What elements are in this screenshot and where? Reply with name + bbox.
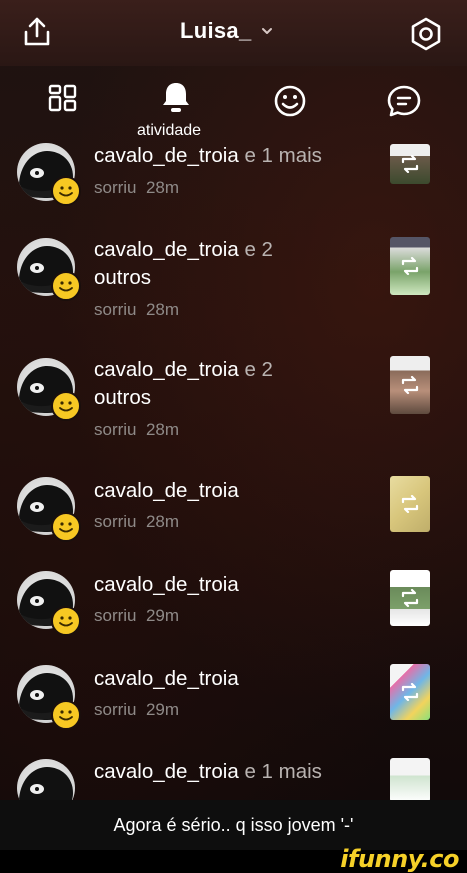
repost-icon — [390, 356, 430, 414]
penguin-avatar-icon — [19, 767, 73, 800]
post-thumbnail[interactable] — [390, 664, 430, 720]
smile-badge-icon — [51, 271, 81, 301]
action-text: sorriu — [94, 178, 137, 197]
username[interactable]: cavalo_de_troia — [94, 238, 239, 261]
timestamp: 28m — [145, 178, 180, 197]
notification-meta: sorriu 28m — [94, 300, 179, 320]
notification-title: cavalo_de_troia — [94, 477, 239, 505]
post-thumbnail[interactable] — [390, 144, 430, 184]
avatar[interactable] — [17, 759, 75, 800]
list-item[interactable]: cavalo_de_troia e 2 outros sorriu 28m — [0, 352, 467, 452]
smile-badge-icon — [51, 176, 81, 206]
action-text: sorriu — [94, 300, 137, 319]
notification-meta: sorriu 28m — [94, 178, 179, 198]
title-suffix: e 2 — [238, 238, 273, 261]
username[interactable]: cavalo_de_troia — [94, 760, 239, 783]
settings-icon[interactable] — [408, 16, 444, 57]
timestamp: 28m — [145, 300, 180, 319]
title-line2: outros — [94, 266, 151, 289]
username[interactable]: cavalo_de_troia — [94, 479, 239, 502]
repost-icon — [390, 664, 430, 720]
top-bar: Luisa_ — [0, 0, 467, 66]
title-suffix: e 1 mais — [238, 144, 322, 167]
notification-title: cavalo_de_troia e 2 outros — [94, 236, 273, 292]
bell-icon — [163, 83, 189, 112]
list-item[interactable]: cavalo_de_troia sorriu 29m — [0, 568, 467, 643]
tab-comments[interactable] — [386, 84, 422, 123]
repost-icon — [390, 476, 430, 532]
chat-icon — [387, 85, 421, 117]
smile-badge-icon — [51, 512, 81, 542]
caption-text: Agora é sério.. q isso jovem '-' — [113, 814, 354, 835]
watermark-logo: ifunny.co — [340, 845, 459, 873]
caption-bar: Agora é sério.. q isso jovem '-' — [0, 800, 467, 850]
list-item[interactable]: cavalo_de_troia sorriu 29m — [0, 662, 467, 737]
notification-title: cavalo_de_troia e 1 mais — [94, 142, 322, 170]
smile-badge-icon — [51, 700, 81, 730]
action-text: sorriu — [94, 700, 137, 719]
timestamp: 28m — [145, 512, 180, 531]
username[interactable]: cavalo_de_troia — [94, 358, 239, 381]
timestamp: 28m — [145, 420, 180, 439]
notification-meta: sorriu 29m — [94, 700, 179, 720]
notification-title: cavalo_de_troia e 1 mais — [94, 758, 322, 786]
page-title: Luisa_ — [180, 18, 252, 43]
notification-meta: sorriu 28m — [94, 420, 179, 440]
title-suffix: e 1 mais — [238, 760, 322, 783]
smile-badge-icon — [51, 606, 81, 636]
action-text: sorriu — [94, 420, 137, 439]
notification-title: cavalo_de_troia — [94, 665, 239, 693]
post-thumbnail[interactable] — [390, 570, 430, 626]
list-item[interactable]: cavalo_de_troia e 1 mais — [0, 756, 467, 800]
tab-bar: atividade — [0, 78, 467, 139]
profile-switcher[interactable]: Luisa_ — [180, 18, 274, 44]
share-icon[interactable] — [22, 16, 52, 53]
repost-icon — [390, 570, 430, 626]
post-thumbnail[interactable] — [390, 237, 430, 295]
repost-icon — [390, 237, 430, 295]
post-thumbnail[interactable] — [390, 758, 430, 800]
username[interactable]: cavalo_de_troia — [94, 144, 239, 167]
tab-smiles[interactable] — [273, 84, 307, 123]
smiley-icon — [274, 85, 306, 117]
title-line2: outros — [94, 386, 151, 409]
tab-label-activity: atividade — [137, 122, 202, 139]
timestamp: 29m — [145, 606, 180, 625]
timestamp: 29m — [145, 700, 180, 719]
username[interactable]: cavalo_de_troia — [94, 573, 239, 596]
post-thumbnail[interactable] — [390, 356, 430, 414]
action-text: sorriu — [94, 512, 137, 531]
tab-activity[interactable] — [160, 80, 192, 119]
app-screen: Luisa_ atividade cavalo_de_troia e 1 mai… — [0, 0, 467, 800]
list-item[interactable]: cavalo_de_troia e 1 mais sorriu 28m — [0, 140, 467, 215]
list-item[interactable]: cavalo_de_troia sorriu 28m — [0, 474, 467, 549]
repost-icon — [390, 144, 430, 184]
notification-title: cavalo_de_troia — [94, 571, 239, 599]
post-thumbnail[interactable] — [390, 476, 430, 532]
notification-meta: sorriu 29m — [94, 606, 179, 626]
username[interactable]: cavalo_de_troia — [94, 667, 239, 690]
tab-grid[interactable] — [48, 84, 78, 119]
chevron-down-icon — [261, 28, 272, 34]
grid-icon — [48, 84, 77, 112]
title-suffix: e 2 — [238, 358, 273, 381]
list-item[interactable]: cavalo_de_troia e 2 outros sorriu 28m — [0, 232, 467, 332]
action-text: sorriu — [94, 606, 137, 625]
notification-meta: sorriu 28m — [94, 512, 179, 532]
notification-title: cavalo_de_troia e 2 outros — [94, 356, 273, 412]
smile-badge-icon — [51, 391, 81, 421]
